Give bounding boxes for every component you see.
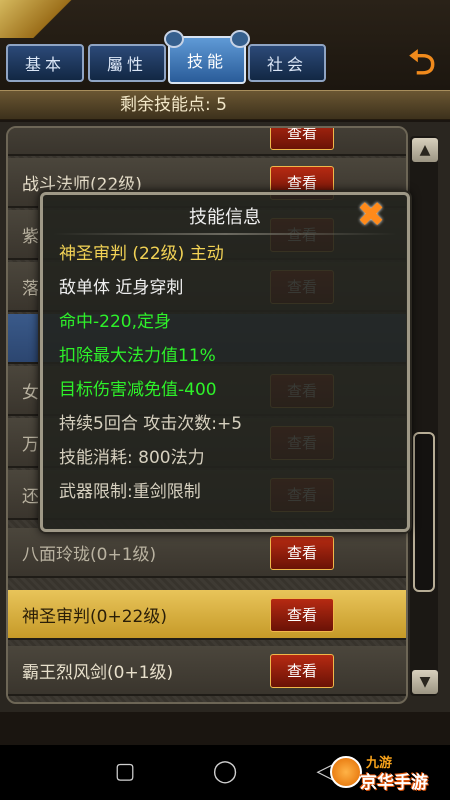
remaining-points-bar: 剩余技能点: 5 <box>0 90 450 120</box>
skill-name: 霸王烈风剑(0+1级) <box>22 663 174 683</box>
skill-name: 还 <box>22 487 39 507</box>
list-item-selected[interactable]: 神圣审判(0+22级) 查看 <box>8 590 406 640</box>
top-bar: 基本 屬性 技能 社会 ⮌ <box>0 0 450 90</box>
tab-social[interactable]: 社会 <box>248 44 326 82</box>
skill-name: 八面玲珑(0+1级) <box>22 545 157 565</box>
view-button[interactable]: 查看 <box>270 598 334 632</box>
skill-target-line: 敌单体 近身穿刺 <box>59 278 184 298</box>
skill-cost-line: 技能消耗: 800法力 <box>59 448 205 468</box>
list-item[interactable]: 霸王烈风剑(0+1级) 查看 <box>8 646 406 696</box>
tab-attributes[interactable]: 屬性 <box>88 44 166 82</box>
logo-corner <box>0 0 80 38</box>
view-button[interactable]: 查看 <box>270 128 334 150</box>
remaining-points-value: 5 <box>216 95 227 115</box>
home-icon[interactable]: ◯ <box>210 757 240 787</box>
list-item[interactable]: 查看 <box>8 128 406 156</box>
divider <box>53 233 397 235</box>
skill-name: 女 <box>22 383 39 403</box>
skill-name: 紫 <box>22 227 39 247</box>
skill-header-line: 神圣审判 (22级) 主动 <box>59 244 224 264</box>
tab-basic[interactable]: 基本 <box>6 44 84 82</box>
scrollbar-thumb[interactable] <box>413 432 435 592</box>
list-item[interactable]: 八面玲珑(0+1级) 查看 <box>8 528 406 578</box>
skill-name: 落 <box>22 279 39 299</box>
skill-duration-line: 持续5回合 攻击次数:+5 <box>59 414 243 434</box>
skill-effect-line: 目标伤害减免值-400 <box>59 380 217 400</box>
triangle-down-icon[interactable]: ▼ <box>412 670 438 694</box>
close-icon[interactable]: ✖ <box>353 197 389 233</box>
scrollbar-track[interactable] <box>410 136 438 696</box>
recent-apps-icon[interactable]: ▢ <box>110 757 140 787</box>
triangle-up-icon[interactable]: ▲ <box>412 138 438 162</box>
skill-name: 神圣审判(0+22级) <box>22 607 167 627</box>
tab-skills[interactable]: 技能 <box>164 30 250 84</box>
skill-effect-line: 扣除最大法力值11% <box>59 346 216 366</box>
skill-info-popup: 技能信息 ✖ 神圣审判 (22级) 主动 敌单体 近身穿刺 命中-220,定身 … <box>40 192 410 532</box>
back-arrow-icon[interactable]: ⮌ <box>402 44 442 82</box>
skill-effect-line: 命中-220,定身 <box>59 312 171 332</box>
watermark-badge-icon <box>330 756 362 788</box>
watermark-logo: 九游 京华手游 <box>330 752 450 796</box>
skill-name: 万 <box>22 435 39 455</box>
view-button[interactable]: 查看 <box>270 654 334 688</box>
remaining-points-text: 剩余技能点: 5 <box>120 95 227 115</box>
weapon-limit-line: 武器限制:重剑限制 <box>59 482 201 502</box>
view-button[interactable]: 查看 <box>270 536 334 570</box>
watermark-text: 京华手游 <box>360 773 428 793</box>
